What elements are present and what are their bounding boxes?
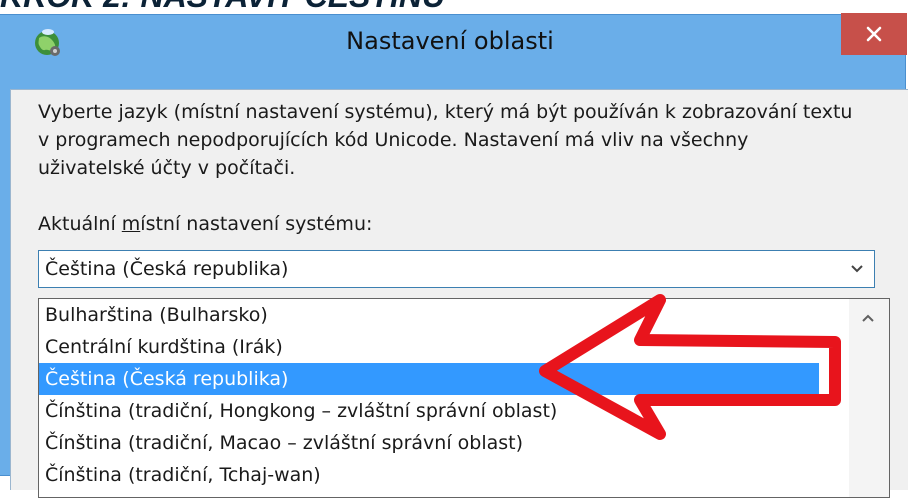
locale-select[interactable]: Čeština (Česká republika) [38, 250, 875, 288]
page-heading: KROK 2: NASTAVIT ČEŠTINU [0, 0, 445, 15]
locale-dropdown-list[interactable]: Bulharština (Bulharsko) Centrální kurdšt… [38, 298, 890, 498]
close-icon [866, 26, 882, 42]
locale-select-value: Čeština (Česká republika) [45, 258, 289, 280]
chevron-down-icon[interactable] [850, 264, 864, 274]
locale-option-cinstina-macao[interactable]: Čínština (tradiční, Macao – zvláštní spr… [39, 427, 819, 459]
locale-option-bulharstina[interactable]: Bulharština (Bulharsko) [39, 299, 819, 331]
locale-option-cinstina-tchajwan[interactable]: Čínština (tradiční, Tchaj-wan) [39, 459, 819, 491]
dropdown-scrollbar[interactable] [849, 299, 889, 497]
label-prefix: Aktuální [38, 213, 122, 235]
current-locale-label: Aktuální místní nastavení systému: [38, 213, 372, 235]
locale-option-cestina[interactable]: Čeština (Česká republika) [39, 363, 819, 395]
label-access-key: m [121, 213, 141, 235]
close-button[interactable] [841, 13, 907, 55]
chevron-up-icon[interactable] [861, 313, 875, 323]
region-settings-dialog: Nastavení oblasti Vyberte jazyk (místní … [0, 13, 908, 498]
locale-option-cinstina-hongkong[interactable]: Čínština (tradiční, Hongkong – zvláštní … [39, 395, 819, 427]
title-bar[interactable]: Nastavení oblasti [0, 13, 907, 81]
intro-text: Vyberte jazyk (místní nastavení systému)… [38, 101, 853, 179]
dialog-title: Nastavení oblasti [346, 27, 554, 55]
label-suffix: ístní nastavení systému: [140, 213, 373, 235]
locale-option-kurdstina[interactable]: Centrální kurdština (Irák) [39, 331, 819, 363]
dialog-content: Vyberte jazyk (místní nastavení systému)… [10, 89, 908, 498]
